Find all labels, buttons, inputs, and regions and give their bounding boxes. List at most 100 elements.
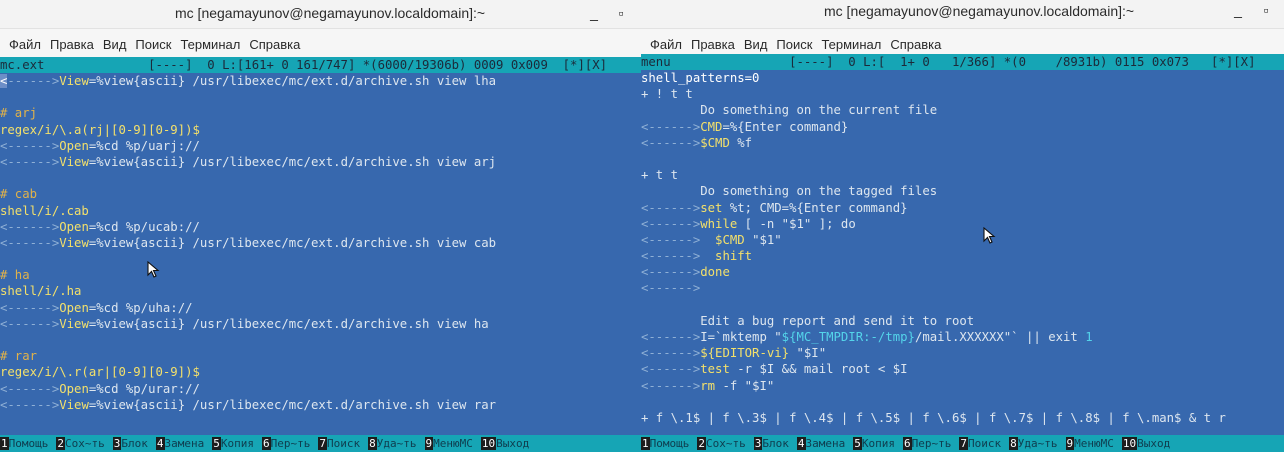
editor-line[interactable]	[0, 332, 641, 348]
fkey-8[interactable]: 8Уда~ть	[368, 435, 424, 452]
terminal-area[interactable]: menu [----] 0 L:[ 1+ 0 1/366] *(0 /8931b…	[641, 54, 1284, 452]
editor-line[interactable]	[641, 394, 1284, 410]
line-segment: CMD	[700, 119, 723, 134]
maximize-button[interactable]: ▫	[612, 5, 630, 21]
fkey-2[interactable]: 2Сох~ть	[697, 435, 753, 452]
editor-line[interactable]: <------> shift	[641, 248, 1284, 264]
editor-line[interactable]: # arj	[0, 105, 641, 121]
editor-line[interactable]: # cab	[0, 186, 641, 202]
editor-line[interactable]: <------>View=%view{ascii} /usr/libexec/m…	[0, 397, 641, 413]
menu-help[interactable]: Справка	[890, 37, 941, 52]
menu-file[interactable]: Файл	[9, 37, 41, 52]
fkey-9[interactable]: 9МенюМС	[424, 435, 481, 452]
fkey-10[interactable]: 10Выход	[480, 435, 537, 452]
fkey-label: Копия	[220, 437, 254, 450]
editor-line[interactable]	[0, 89, 641, 105]
editor-line[interactable]: Edit a bug report and send it to root	[641, 313, 1284, 329]
fkey-5[interactable]: 5Копия	[853, 435, 903, 452]
fkey-5[interactable]: 5Копия	[212, 435, 262, 452]
fkey-number: 2	[697, 437, 706, 450]
fkey-4[interactable]: 4Замена	[796, 435, 853, 452]
editor-line[interactable]: regex/i/\.r(ar|[0-9][0-9])$	[0, 364, 641, 380]
editor-line[interactable]: <------>rm -f "$I"	[641, 378, 1284, 394]
editor-line[interactable]: <------>while [ -n "$1" ]; do	[641, 216, 1284, 232]
editor-line[interactable]: <------>Open=%cd %p/uha://	[0, 300, 641, 316]
editor-line[interactable]: shell_patterns=0	[641, 70, 1284, 86]
line-segment: shift	[715, 249, 753, 264]
editor-line[interactable]: + ! t t	[641, 86, 1284, 102]
editor-line[interactable]	[0, 170, 641, 186]
line-segment: View	[59, 397, 89, 412]
editor-line[interactable]	[641, 151, 1284, 167]
menu-edit[interactable]: Правка	[50, 37, 94, 52]
editor-line[interactable]: regex/i/\.a(rj|[0-9][0-9])$	[0, 122, 641, 138]
maximize-button[interactable]: ▫	[1257, 2, 1275, 18]
fkey-7[interactable]: 7Поиск	[318, 435, 368, 452]
editor-line[interactable]: <------>View=%view{ascii} /usr/libexec/m…	[0, 73, 641, 89]
menu-terminal[interactable]: Терминал	[821, 37, 881, 52]
menu-search[interactable]: Поиск	[776, 37, 812, 52]
editor-line[interactable]: <------>	[641, 280, 1284, 296]
fkey-label: Сох~ть	[706, 437, 746, 450]
editor-line[interactable]: <------>$CMD %f	[641, 135, 1284, 151]
fkey-label: Сох~ть	[65, 437, 105, 450]
editor-line[interactable]: <------>Open=%cd %p/ucab://	[0, 219, 641, 235]
fkey-6[interactable]: 6Пер~ть	[903, 435, 959, 452]
editor-line[interactable]: Do something on the tagged files	[641, 183, 1284, 199]
fkey-7[interactable]: 7Поиск	[959, 435, 1009, 452]
line-segment: <------>	[641, 330, 701, 344]
fkey-8[interactable]: 8Уда~ть	[1009, 435, 1065, 452]
minimize-button[interactable]: _	[1229, 2, 1247, 18]
editor-line[interactable]: Do something on the current file	[641, 102, 1284, 118]
fkey-4[interactable]: 4Замена	[155, 435, 212, 452]
menu-view[interactable]: Вид	[103, 37, 127, 52]
menu-help[interactable]: Справка	[249, 37, 300, 52]
fkey-3[interactable]: 3Блок	[753, 435, 797, 452]
fkey-6[interactable]: 6Пер~ть	[262, 435, 318, 452]
editor-line[interactable]: + t t	[641, 167, 1284, 183]
editor-line[interactable]: <------>test -r $I && mail root < $I	[641, 361, 1284, 377]
editor-line[interactable]: <------>done	[641, 264, 1284, 280]
line-segment: <------>	[641, 135, 701, 150]
editor-line[interactable]: <------>View=%view{ascii} /usr/libexec/m…	[0, 154, 641, 170]
editor-line[interactable]	[0, 251, 641, 267]
fkey-label: Пер~ть	[911, 437, 952, 450]
line-segment: shell_patterns=0	[641, 71, 760, 85]
fkey-1[interactable]: 1Помощь	[641, 435, 697, 452]
editor-line[interactable]: # ha	[0, 267, 641, 283]
menu-terminal[interactable]: Терминал	[180, 37, 240, 52]
fkey-2[interactable]: 2Сох~ть	[56, 435, 112, 452]
fkey-3[interactable]: 3Блок	[112, 435, 156, 452]
minimize-button[interactable]: _	[585, 5, 603, 21]
fkey-1[interactable]: 1Помощь	[0, 435, 56, 452]
line-segment: <------>	[0, 381, 60, 396]
line-segment: regex/i/\.r(ar|[0-9][0-9])$	[0, 365, 200, 380]
editor-line[interactable]: <------>Open=%cd %p/uarj://	[0, 138, 641, 154]
editor-text[interactable]: <------>View=%view{ascii} /usr/libexec/m…	[0, 73, 641, 413]
editor-line[interactable]: shell/i/.ha	[0, 283, 641, 299]
editor-line[interactable]: shell/i/.cab	[0, 203, 641, 219]
editor-line[interactable]: + f \.1$ | f \.3$ | f \.4$ | f \.5$ | f …	[641, 410, 1284, 426]
menu-search[interactable]: Поиск	[135, 37, 171, 52]
editor-line[interactable]: <------>I=`mktemp "${MC_TMPDIR:-/tmp}/ma…	[641, 329, 1284, 345]
line-segment: # arj	[0, 106, 38, 121]
menu-file[interactable]: Файл	[650, 37, 682, 52]
editor-line[interactable]	[641, 297, 1284, 313]
menu-view[interactable]: Вид	[744, 37, 768, 52]
editor-line[interactable]: <------>set %t; CMD=%{Enter command}	[641, 200, 1284, 216]
menu-edit[interactable]: Правка	[691, 37, 735, 52]
fkey-9[interactable]: 9МенюМС	[1065, 435, 1122, 452]
line-segment: -r $I && mail root < $I	[729, 362, 908, 377]
editor-text[interactable]: shell_patterns=0 + ! t t Do something on …	[641, 70, 1284, 426]
editor-line[interactable]: <------>View=%view{ascii} /usr/libexec/m…	[0, 316, 641, 332]
editor-line[interactable]: <------>View=%view{ascii} /usr/libexec/m…	[0, 235, 641, 251]
mouse-pointer-icon	[983, 227, 996, 244]
fkey-10[interactable]: 10Выход	[1121, 435, 1178, 452]
editor-line[interactable]: <------>Open=%cd %p/urar://	[0, 381, 641, 397]
editor-line[interactable]: # rar	[0, 348, 641, 364]
editor-line[interactable]: <------>CMD=%{Enter command}	[641, 119, 1284, 135]
editor-line[interactable]: <------>${EDITOR-vi} "$I"	[641, 345, 1284, 361]
editor-line[interactable]: <------> $CMD "$1"	[641, 232, 1284, 248]
line-segment: <------>	[0, 219, 60, 234]
terminal-area[interactable]: mc.ext [----] 0 L:[161+ 0 161/747] *(600…	[0, 57, 641, 452]
